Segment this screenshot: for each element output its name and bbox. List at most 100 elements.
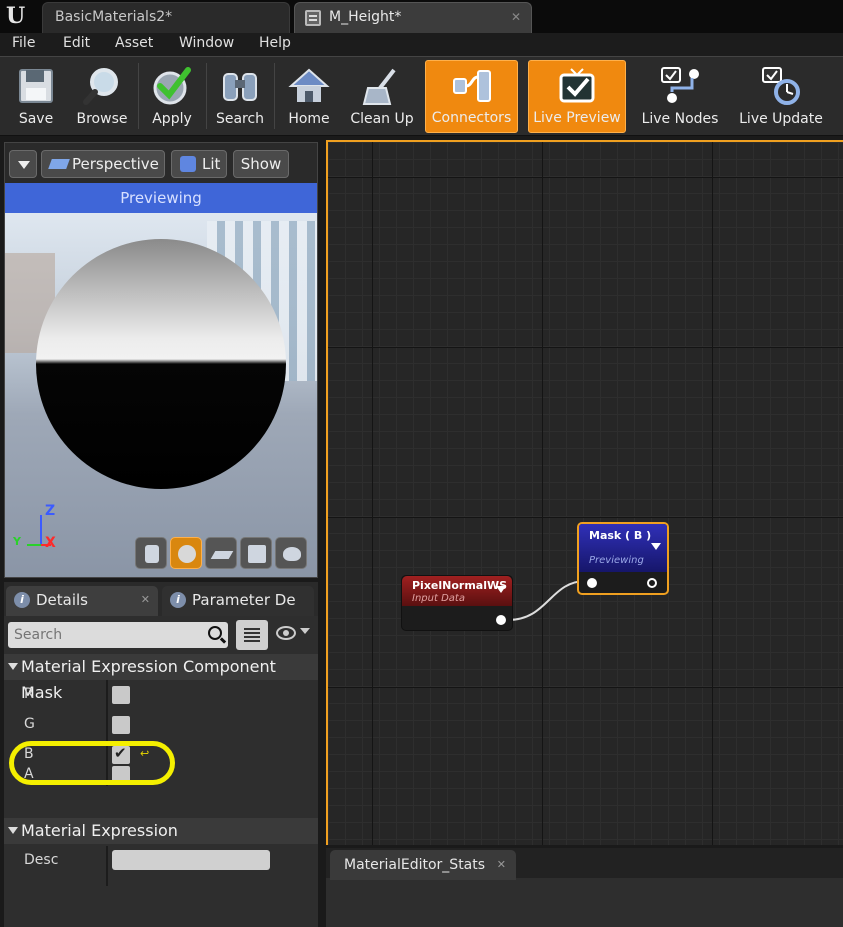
close-icon[interactable]: ✕ [511, 3, 521, 31]
home-label: Home [288, 111, 330, 127]
menu-window[interactable]: Window [179, 35, 234, 51]
search-button[interactable]: Search [210, 60, 270, 133]
perspective-button[interactable]: Perspective [41, 150, 165, 178]
r-checkbox[interactable] [112, 686, 130, 704]
lit-button[interactable]: Lit [171, 150, 227, 178]
tab-m-height[interactable]: M_Height* ✕ [294, 2, 532, 33]
toolbar-separator [274, 63, 275, 129]
menu-edit[interactable]: Edit [63, 35, 90, 51]
live-update-label: Live Update [739, 111, 823, 127]
axis-y-label: Y [13, 535, 21, 548]
tab-basic-materials[interactable]: BasicMaterials2* [42, 2, 290, 33]
prop-row-desc: Desc [4, 846, 318, 886]
viewport-toolbar: Perspective Lit Show [5, 143, 317, 183]
save-button[interactable]: Save [6, 60, 66, 133]
node-mask-b[interactable]: Mask ( B ) Previewing [577, 522, 669, 595]
property-matrix-button[interactable] [236, 620, 268, 650]
house-icon [288, 68, 330, 102]
tv-check-icon [559, 68, 595, 103]
node-subtitle: Input Data [412, 593, 465, 604]
connectors-label: Connectors [431, 110, 512, 126]
stats-tab-label: MaterialEditor_Stats [344, 857, 486, 873]
connectors-button[interactable]: Connectors [425, 60, 518, 133]
browse-label: Browse [76, 111, 128, 127]
info-icon: i [14, 592, 30, 608]
tab-parameter-defaults[interactable]: i Parameter De [162, 586, 314, 616]
menu-bar: File Edit Asset Window Help [0, 33, 843, 56]
title-bar: U BasicMaterials2* M_Height* ✕ [0, 0, 843, 33]
chevron-down-icon[interactable] [651, 543, 661, 550]
output-pin-icon[interactable] [496, 615, 506, 625]
eye-icon[interactable] [276, 626, 296, 640]
search-icon[interactable] [208, 626, 222, 640]
home-button[interactable]: Home [280, 60, 338, 133]
preview-shape-buttons [135, 537, 311, 569]
browse-button[interactable]: Browse [70, 60, 134, 133]
node-title: Mask ( B ) [589, 529, 652, 542]
close-icon[interactable]: ✕ [141, 586, 150, 614]
show-label: Show [240, 155, 282, 173]
live-preview-button[interactable]: Live Preview [528, 60, 626, 133]
cylinder-shape-button[interactable] [135, 537, 167, 569]
sphere-shape-button[interactable] [170, 537, 202, 569]
prop-row-g: G [4, 710, 318, 740]
tab-material-editor-stats[interactable]: MaterialEditor_Stats ✕ [330, 850, 516, 880]
prop-row-r: R [4, 680, 318, 710]
section-component-mask[interactable]: Material Expression Component Mask [4, 654, 318, 702]
menu-help[interactable]: Help [259, 35, 291, 51]
menu-asset[interactable]: Asset [115, 35, 153, 51]
divider [106, 680, 108, 710]
preview-sphere [36, 239, 286, 489]
toolbar-separator [206, 63, 207, 129]
tab-details-label: Details [36, 591, 89, 609]
show-button[interactable]: Show [233, 150, 289, 178]
perspective-label: Perspective [72, 155, 159, 173]
material-doc-icon [305, 10, 321, 26]
lit-label: Lit [202, 155, 221, 173]
live-nodes-button[interactable]: Live Nodes [634, 60, 726, 133]
live-update-button[interactable]: Live Update [734, 60, 828, 133]
cylinder-icon [145, 545, 159, 563]
save-label: Save [18, 111, 54, 127]
clean-up-button[interactable]: Clean Up [346, 60, 418, 133]
section-material-expression[interactable]: Material Expression [4, 818, 318, 844]
plane-shape-button[interactable] [205, 537, 237, 569]
perspective-icon [48, 159, 70, 169]
lit-cube-icon [180, 156, 196, 172]
stats-body [326, 878, 843, 927]
menu-file[interactable]: File [12, 35, 35, 51]
material-graph[interactable]: PixelNormalWS Input Data Mask ( B ) Prev… [326, 140, 843, 845]
tab-details[interactable]: i Details ✕ [6, 586, 158, 616]
stats-panel: MaterialEditor_Stats ✕ [326, 848, 843, 927]
live-nodes-label: Live Nodes [641, 111, 719, 127]
g-checkbox[interactable] [112, 716, 130, 734]
checkmark-icon [153, 67, 191, 105]
cube-shape-button[interactable] [240, 537, 272, 569]
output-pin-icon[interactable] [647, 578, 657, 588]
teapot-shape-button[interactable] [275, 537, 307, 569]
connector-icon [452, 70, 491, 102]
desc-input[interactable] [112, 850, 270, 870]
cube-icon [248, 545, 266, 563]
node-pixel-normal-ws[interactable]: PixelNormalWS Input Data [401, 575, 513, 631]
close-icon[interactable]: ✕ [497, 850, 506, 880]
chevron-down-icon[interactable] [300, 628, 310, 634]
divider [106, 846, 108, 886]
teapot-icon [283, 547, 301, 561]
clean-up-label: Clean Up [350, 111, 414, 127]
search-input[interactable] [8, 622, 198, 648]
tab-label: BasicMaterials2* [55, 9, 173, 25]
apply-button[interactable]: Apply [142, 60, 202, 133]
preview-viewport[interactable]: Perspective Lit Show Previewing Z X Y [4, 142, 318, 578]
prop-label: G [24, 716, 35, 732]
magnifier-icon [83, 68, 118, 105]
details-search [8, 622, 228, 648]
input-pin-icon[interactable] [587, 578, 597, 588]
viewport-options-button[interactable] [9, 150, 37, 178]
axis-z-label: Z [45, 503, 56, 519]
chevron-down-icon[interactable] [496, 586, 506, 593]
chevron-down-icon [8, 663, 18, 670]
unreal-logo-icon: U [6, 3, 26, 29]
toolbar-separator [138, 63, 139, 129]
axis-x-label: X [45, 535, 56, 551]
